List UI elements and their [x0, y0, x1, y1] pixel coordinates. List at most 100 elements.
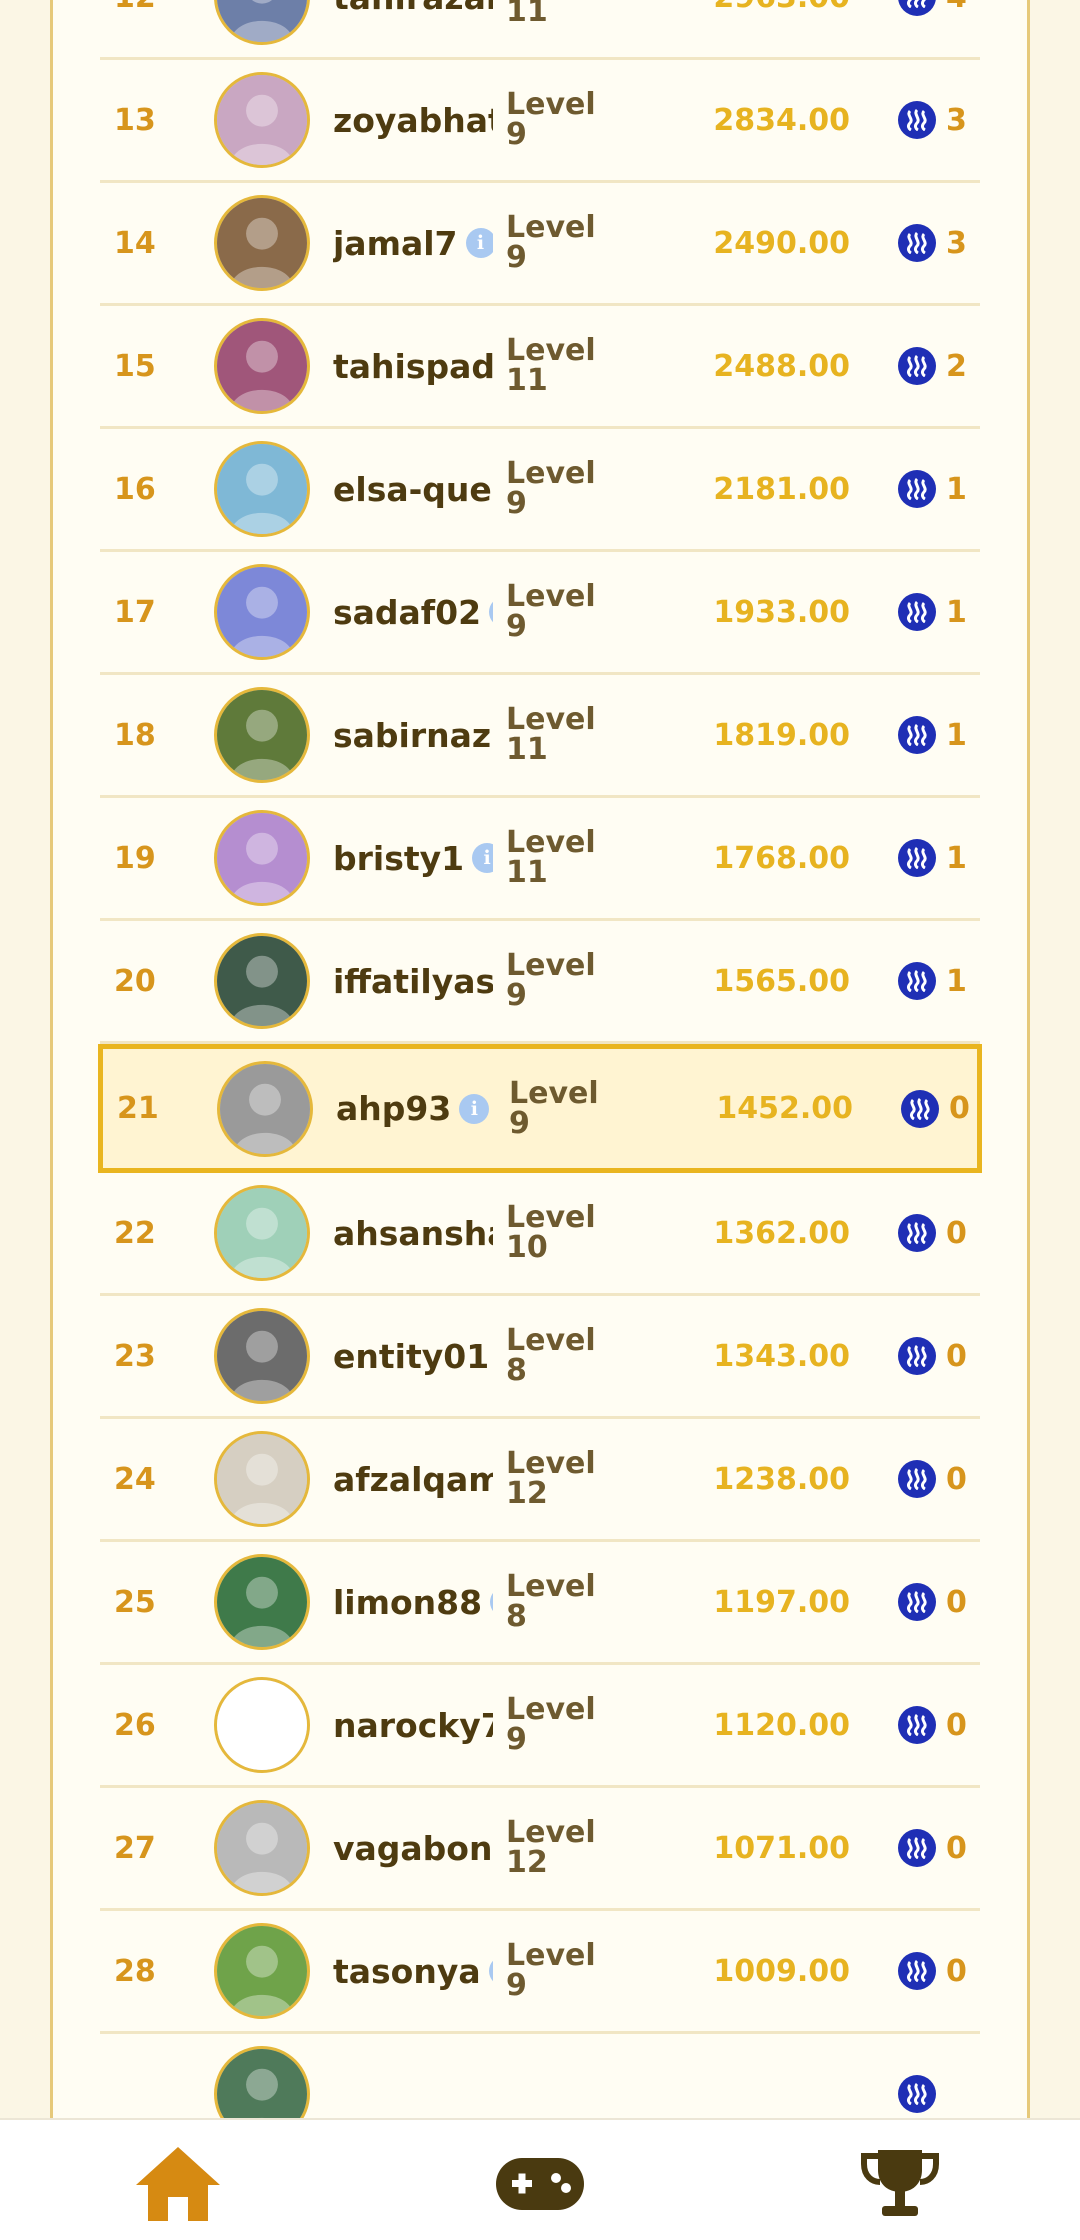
- leaderboard-row[interactable]: 22 ahsansha Level 10 1362.00 0: [100, 1173, 980, 1296]
- points-value: 1071.00: [713, 1830, 850, 1866]
- leaderboard-row[interactable]: 28 tasonyai Level 9 1009.00 0: [100, 1911, 980, 2034]
- leaderboard-row[interactable]: 17 sadaf02i Level 9 1933.00 1: [100, 552, 980, 675]
- leaderboard-row[interactable]: 27 vagabonc Level 12 1071.00 0: [100, 1788, 980, 1911]
- info-icon[interactable]: i: [472, 843, 493, 873]
- avatar[interactable]: [214, 564, 310, 660]
- leaderboard-row[interactable]: 15 tahispadr Level 11 2488.00 2: [100, 306, 980, 429]
- nav-games-button[interactable]: [492, 2142, 588, 2226]
- username[interactable]: tasonyai: [333, 1952, 493, 1991]
- rank-number: 28: [114, 1953, 156, 1989]
- leaderboard-list: 12tahirazarLevel 112963.004 13 zoyabhat Lev…: [98, 0, 982, 2157]
- username[interactable]: afzalqam: [333, 1460, 493, 1499]
- avatar[interactable]: [214, 318, 310, 414]
- steem-coin-icon: [898, 224, 936, 262]
- avatar[interactable]: [214, 72, 310, 168]
- avatar[interactable]: [214, 933, 310, 1029]
- info-icon[interactable]: i: [459, 1093, 490, 1124]
- username[interactable]: limon88i: [333, 1583, 493, 1622]
- username[interactable]: ahp93 i: [336, 1089, 496, 1128]
- username[interactable]: tahispadr: [333, 347, 493, 386]
- coin-count: 0: [946, 1215, 967, 1251]
- points-value: 1565.00: [713, 963, 850, 999]
- username[interactable]: entity01i: [333, 1337, 493, 1376]
- username-text: tahirazar: [333, 0, 493, 17]
- avatar[interactable]: [214, 441, 310, 537]
- coin-count: 1: [946, 963, 967, 999]
- rank-number: 16: [114, 471, 156, 507]
- leaderboard-row[interactable]: 26 narocky7 Level 9 1120.00 0: [100, 1665, 980, 1788]
- leaderboard-row[interactable]: 12 tahirazar Level 11 2963.00 4: [100, 0, 980, 60]
- username[interactable]: ahsansha: [333, 1214, 493, 1253]
- avatar[interactable]: [214, 1677, 310, 1773]
- leaderboard-row[interactable]: 16 elsa-quee Level 9 2181.00 1: [100, 429, 980, 552]
- info-icon[interactable]: i: [488, 1956, 493, 1986]
- avatar[interactable]: [214, 810, 310, 906]
- nav-leaderboard-button[interactable]: [852, 2142, 948, 2226]
- rank-number: 17: [114, 594, 156, 630]
- rank-number: 24: [114, 1461, 156, 1497]
- steem-coin-icon: [898, 1952, 936, 1990]
- avatar[interactable]: [214, 1554, 310, 1650]
- username[interactable]: narocky7: [333, 1706, 493, 1745]
- steem-coin-icon: [898, 101, 936, 139]
- steem-coin-icon: [898, 716, 936, 754]
- leaderboard-row[interactable]: 14 jamal7 i Level 9 2490.00 3: [100, 183, 980, 306]
- steem-coin-icon: [898, 0, 936, 16]
- avatar[interactable]: [217, 1060, 313, 1157]
- avatar[interactable]: [214, 1923, 310, 2019]
- username[interactable]: sabirnaz: [333, 716, 493, 755]
- avatar[interactable]: [214, 0, 310, 45]
- points-value: 1009.00: [713, 1953, 850, 1989]
- rank-number: 13: [114, 102, 156, 138]
- coin-count: 1: [946, 471, 967, 507]
- coin-count: 0: [946, 1953, 967, 1989]
- username[interactable]: jamal7 i: [333, 224, 493, 263]
- avatar[interactable]: [214, 1185, 310, 1281]
- level-label: Level 11: [506, 333, 596, 398]
- level-label: Level 9: [509, 1075, 599, 1141]
- steem-coin-icon: [898, 1829, 936, 1867]
- avatar[interactable]: [214, 1308, 310, 1404]
- username[interactable]: zoyabhat: [333, 101, 493, 140]
- trophy-icon: [861, 2150, 939, 2216]
- info-icon[interactable]: i: [490, 1587, 493, 1617]
- coin-count: 1: [946, 717, 967, 753]
- rank-number: 26: [114, 1707, 156, 1743]
- leaderboard-row[interactable]: 18 sabirnaz Level 11 1819.00 1: [100, 675, 980, 798]
- leaderboard-row[interactable]: 24 afzalqam Level 12 1238.00 0: [100, 1419, 980, 1542]
- leaderboard-row[interactable]: 13 zoyabhat Level 9 2834.00 3: [100, 60, 980, 183]
- points-value: 2488.00: [713, 348, 850, 384]
- coin-count: 0: [946, 1584, 967, 1620]
- rank-number: 22: [114, 1215, 156, 1251]
- username[interactable]: tahirazar: [333, 0, 493, 17]
- points-value: 1933.00: [713, 594, 850, 630]
- info-icon[interactable]: i: [489, 597, 493, 627]
- level-label: Level 9: [506, 1938, 596, 2003]
- points-value: 2490.00: [713, 225, 850, 261]
- level-label: Level 8: [506, 1569, 596, 1634]
- username[interactable]: bristy1 i: [333, 839, 493, 878]
- leaderboard-row[interactable]: 20 iffatilyas Level 9 1565.00 1: [100, 921, 980, 1044]
- username[interactable]: iffatilyas: [333, 962, 493, 1001]
- avatar[interactable]: [214, 1431, 310, 1527]
- leaderboard-row[interactable]: 25 limon88i Level 8 1197.00 0: [100, 1542, 980, 1665]
- avatar[interactable]: [214, 687, 310, 783]
- username-text: ahp93: [336, 1089, 452, 1128]
- nav-home-button[interactable]: [130, 2142, 226, 2226]
- points-value: 1819.00: [713, 717, 850, 753]
- rank-number: 23: [114, 1338, 156, 1374]
- username-text: entity01: [333, 1336, 490, 1376]
- rank-number: 14: [114, 225, 156, 261]
- leaderboard-row[interactable]: 19 bristy1 i Level 11 1768.00 1: [100, 798, 980, 921]
- points-value: 2181.00: [713, 471, 850, 507]
- avatar[interactable]: [214, 1800, 310, 1896]
- bottom-navigation: [0, 2118, 1080, 2240]
- avatar[interactable]: [214, 195, 310, 291]
- username[interactable]: sadaf02i: [333, 593, 493, 632]
- steem-coin-icon: [898, 839, 936, 877]
- current-user-row[interactable]: 21 ahp93 i Level 9 1452.00 0: [98, 1044, 982, 1173]
- leaderboard-row[interactable]: 23 entity01i Level 8 1343.00 0: [100, 1296, 980, 1419]
- username[interactable]: vagabonc: [333, 1829, 493, 1868]
- username[interactable]: elsa-quee: [333, 470, 493, 509]
- info-icon[interactable]: i: [465, 228, 493, 258]
